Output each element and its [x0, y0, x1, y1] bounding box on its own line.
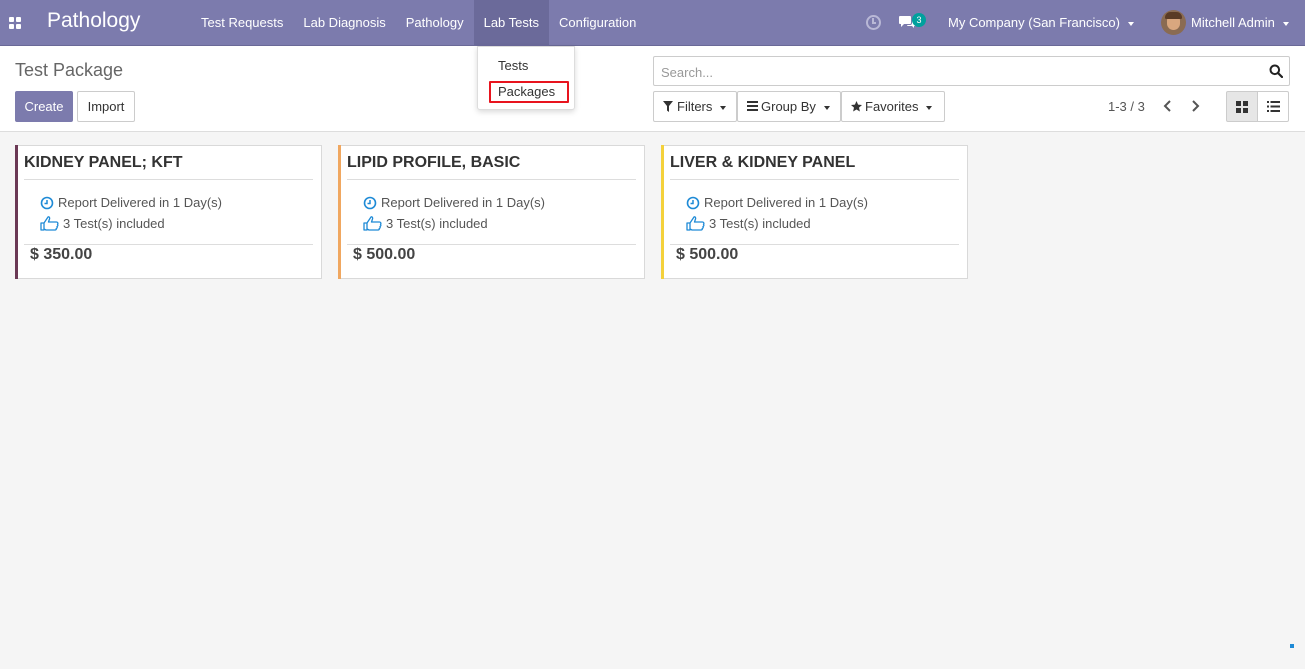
card-price: $ 500.00 — [353, 246, 416, 263]
card-color-bar — [15, 145, 18, 279]
pager-next-icon[interactable] — [1188, 98, 1202, 114]
caret-down-icon — [720, 105, 727, 110]
card-tests-text: 3 Test(s) included — [63, 216, 165, 231]
menu-lab-tests[interactable]: Lab Tests — [473, 0, 550, 46]
filters-button[interactable]: Filters — [653, 91, 737, 122]
list-icon — [1267, 101, 1280, 112]
card-delivery-row: Report Delivered in 1 Day(s) — [363, 195, 545, 210]
kanban-card[interactable]: LIVER & KIDNEY PANEL Report Delivered in… — [661, 145, 968, 279]
main-menu: Test Requests Lab Diagnosis Pathology La… — [191, 0, 646, 46]
search-input[interactable] — [659, 62, 1253, 82]
kanban-card[interactable]: KIDNEY PANEL; KFT Report Delivered in 1 … — [15, 145, 322, 279]
caret-down-icon — [1282, 21, 1289, 26]
list-view-button[interactable] — [1257, 91, 1289, 122]
caret-down-icon — [1127, 21, 1134, 26]
card-tests-text: 3 Test(s) included — [709, 216, 811, 231]
search-box — [653, 56, 1290, 86]
clock-icon — [40, 196, 54, 209]
group-by-button[interactable]: Group By — [737, 91, 841, 122]
card-divider — [24, 179, 313, 180]
caret-down-icon — [926, 105, 933, 110]
menu-configuration[interactable]: Configuration — [549, 0, 646, 46]
create-button[interactable]: Create — [15, 91, 73, 122]
card-tests-row: 3 Test(s) included — [686, 216, 811, 231]
card-price: $ 500.00 — [676, 246, 739, 263]
control-panel: Test Package Create Import Filters Group… — [0, 46, 1305, 132]
thumbs-up-icon — [40, 216, 59, 231]
apps-menu-icon[interactable] — [9, 17, 21, 29]
menu-lab-diagnosis[interactable]: Lab Diagnosis — [293, 0, 395, 46]
company-name: My Company (San Francisco) — [948, 15, 1120, 30]
import-button[interactable]: Import — [77, 91, 135, 122]
user-menu[interactable]: Mitchell Admin — [1191, 15, 1289, 30]
card-color-bar — [338, 145, 341, 279]
card-title: KIDNEY PANEL; KFT — [24, 154, 183, 171]
card-divider — [347, 179, 636, 180]
search-icon[interactable] — [1269, 64, 1283, 78]
activity-clock-icon[interactable] — [866, 15, 881, 30]
pager-previous-icon[interactable] — [1161, 98, 1175, 114]
kanban-view-button[interactable] — [1226, 91, 1258, 122]
caret-down-icon — [823, 105, 830, 110]
page-title: Test Package — [15, 60, 124, 80]
card-delivery-text: Report Delivered in 1 Day(s) — [58, 195, 223, 210]
chat-count-badge: 3 — [912, 13, 926, 27]
group-by-label: Group By — [761, 99, 816, 114]
clock-icon — [363, 196, 377, 209]
card-divider — [24, 244, 313, 245]
corner-indicator — [1290, 644, 1294, 648]
card-price: $ 350.00 — [30, 246, 93, 263]
clock-icon — [686, 196, 700, 209]
user-avatar[interactable] — [1161, 10, 1186, 35]
app-brand[interactable]: Pathology — [47, 9, 140, 33]
card-tests-row: 3 Test(s) included — [363, 216, 488, 231]
bars-icon — [747, 101, 758, 111]
pager-value[interactable]: 1-3 / 3 — [1108, 99, 1145, 114]
company-switcher[interactable]: My Company (San Francisco) — [948, 15, 1134, 30]
filters-label: Filters — [677, 99, 713, 114]
star-icon — [851, 101, 862, 112]
dropdown-item-tests[interactable]: Tests — [498, 58, 528, 73]
card-color-bar — [661, 145, 664, 279]
card-title: LIVER & KIDNEY PANEL — [670, 154, 856, 171]
menu-test-requests[interactable]: Test Requests — [191, 0, 293, 46]
favorites-label: Favorites — [865, 99, 919, 114]
card-divider — [670, 244, 959, 245]
favorites-button[interactable]: Favorites — [841, 91, 945, 122]
card-delivery-row: Report Delivered in 1 Day(s) — [686, 195, 868, 210]
kanban-grid-icon — [1236, 101, 1248, 113]
card-tests-text: 3 Test(s) included — [386, 216, 488, 231]
kanban-card[interactable]: LIPID PROFILE, BASIC Report Delivered in… — [338, 145, 645, 279]
user-name: Mitchell Admin — [1191, 15, 1275, 30]
card-divider — [347, 244, 636, 245]
card-delivery-text: Report Delivered in 1 Day(s) — [381, 195, 546, 210]
filter-icon — [663, 101, 673, 112]
card-delivery-row: Report Delivered in 1 Day(s) — [40, 195, 222, 210]
top-navbar: Pathology Test Requests Lab Diagnosis Pa… — [0, 0, 1305, 46]
card-delivery-text: Report Delivered in 1 Day(s) — [704, 195, 869, 210]
card-divider — [670, 179, 959, 180]
packages-highlight-box — [489, 81, 569, 103]
thumbs-up-icon — [363, 216, 382, 231]
card-title: LIPID PROFILE, BASIC — [347, 154, 521, 171]
thumbs-up-icon — [686, 216, 705, 231]
card-tests-row: 3 Test(s) included — [40, 216, 165, 231]
menu-pathology[interactable]: Pathology — [396, 0, 474, 46]
